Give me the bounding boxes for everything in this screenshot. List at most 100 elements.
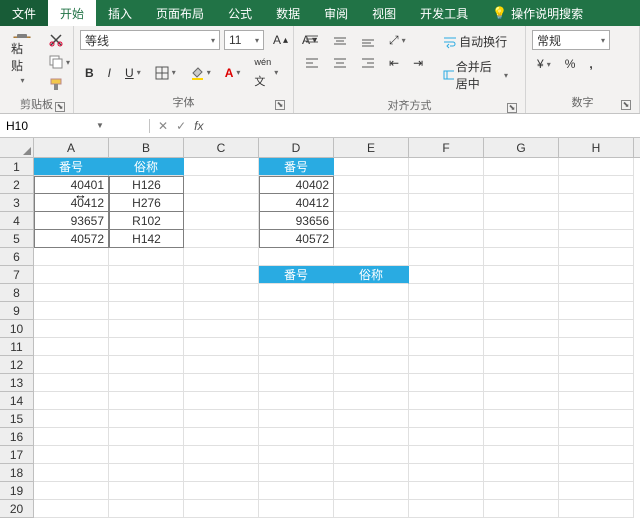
cell-E11[interactable] [334, 338, 409, 356]
name-box[interactable]: ▼ [0, 119, 150, 133]
cell-E16[interactable] [334, 428, 409, 446]
copy-button[interactable]: ▾ [44, 52, 75, 72]
number-format-combo[interactable]: 常规▾ [532, 30, 610, 50]
cell-G12[interactable] [484, 356, 559, 374]
col-header-G[interactable]: G [484, 138, 559, 158]
cell-F3[interactable] [409, 194, 484, 212]
border-button[interactable]: ▾ [150, 63, 181, 83]
cell-G10[interactable] [484, 320, 559, 338]
cell-B6[interactable] [109, 248, 184, 266]
cell-H5[interactable] [559, 230, 634, 248]
cell-D3[interactable]: 40412 [259, 194, 334, 212]
row-header-14[interactable]: 14 [0, 392, 34, 410]
indent-dec-button[interactable]: ⇤ [384, 53, 404, 73]
cell-D2[interactable]: 40402 [259, 176, 334, 194]
cell-C9[interactable] [184, 302, 259, 320]
cell-D4[interactable]: 93656 [259, 212, 334, 230]
cell-B12[interactable] [109, 356, 184, 374]
cell-D17[interactable] [259, 446, 334, 464]
cell-C4[interactable] [184, 212, 259, 230]
cell-B3[interactable]: H276 [109, 194, 184, 212]
cell-E9[interactable] [334, 302, 409, 320]
cell-H8[interactable] [559, 284, 634, 302]
percent-button[interactable]: % [560, 54, 581, 74]
cell-C11[interactable] [184, 338, 259, 356]
cell-A8[interactable] [34, 284, 109, 302]
font-color-button[interactable]: A▾ [220, 63, 246, 83]
fill-color-button[interactable]: ▾ [185, 63, 216, 83]
cell-G20[interactable] [484, 500, 559, 518]
cell-G13[interactable] [484, 374, 559, 392]
increase-font-button[interactable]: A▴ [268, 30, 293, 50]
cell-C18[interactable] [184, 464, 259, 482]
cell-B18[interactable] [109, 464, 184, 482]
cell-F7[interactable] [409, 266, 484, 284]
tab-review[interactable]: 审阅 [312, 0, 360, 26]
font-launcher-icon[interactable]: ⬊ [275, 100, 285, 110]
cell-F16[interactable] [409, 428, 484, 446]
row-header-19[interactable]: 19 [0, 482, 34, 500]
align-bottom-button[interactable] [356, 31, 380, 51]
cell-H2[interactable] [559, 176, 634, 194]
cell-H10[interactable] [559, 320, 634, 338]
enter-icon[interactable]: ✓ [176, 119, 186, 133]
cell-F5[interactable] [409, 230, 484, 248]
cell-A14[interactable] [34, 392, 109, 410]
row-header-13[interactable]: 13 [0, 374, 34, 392]
tab-view[interactable]: 视图 [360, 0, 408, 26]
cut-button[interactable] [44, 30, 75, 50]
comma-button[interactable]: , [584, 54, 597, 74]
row-header-5[interactable]: 5 [0, 230, 34, 248]
tab-help[interactable]: 💡操作说明搜索 [480, 0, 595, 26]
row-header-3[interactable]: 3 [0, 194, 34, 212]
cell-D10[interactable] [259, 320, 334, 338]
cell-E5[interactable] [334, 230, 409, 248]
cell-E8[interactable] [334, 284, 409, 302]
merge-button[interactable]: 合并后居中▾ [438, 55, 513, 95]
cells-area[interactable]: 番号俗称番号40401H1264040240412H2764041293657R… [34, 158, 634, 518]
cell-A19[interactable] [34, 482, 109, 500]
cell-H14[interactable] [559, 392, 634, 410]
cell-G3[interactable] [484, 194, 559, 212]
cell-G18[interactable] [484, 464, 559, 482]
cell-B7[interactable] [109, 266, 184, 284]
cell-H16[interactable] [559, 428, 634, 446]
cell-A10[interactable] [34, 320, 109, 338]
cell-F19[interactable] [409, 482, 484, 500]
cell-C1[interactable] [184, 158, 259, 176]
row-header-6[interactable]: 6 [0, 248, 34, 266]
row-header-4[interactable]: 4 [0, 212, 34, 230]
align-left-button[interactable] [300, 53, 324, 73]
cell-C15[interactable] [184, 410, 259, 428]
cell-G15[interactable] [484, 410, 559, 428]
cell-D5[interactable]: 40572 [259, 230, 334, 248]
cell-F10[interactable] [409, 320, 484, 338]
cell-G1[interactable] [484, 158, 559, 176]
cell-C10[interactable] [184, 320, 259, 338]
cell-G5[interactable] [484, 230, 559, 248]
cell-D8[interactable] [259, 284, 334, 302]
tab-formula[interactable]: 公式 [216, 0, 264, 26]
cell-A4[interactable]: 93657 [34, 212, 109, 230]
phonetic-button[interactable]: wén文▾ [249, 54, 283, 92]
cell-F6[interactable] [409, 248, 484, 266]
cell-G8[interactable] [484, 284, 559, 302]
cell-B20[interactable] [109, 500, 184, 518]
row-header-12[interactable]: 12 [0, 356, 34, 374]
cell-C19[interactable] [184, 482, 259, 500]
cell-H18[interactable] [559, 464, 634, 482]
cell-D9[interactable] [259, 302, 334, 320]
italic-button[interactable]: I [103, 63, 116, 83]
cell-F20[interactable] [409, 500, 484, 518]
cell-E4[interactable] [334, 212, 409, 230]
cell-E6[interactable] [334, 248, 409, 266]
cell-H6[interactable] [559, 248, 634, 266]
col-header-C[interactable]: C [184, 138, 259, 158]
cell-A6[interactable] [34, 248, 109, 266]
cell-H20[interactable] [559, 500, 634, 518]
tab-data[interactable]: 数据 [264, 0, 312, 26]
cell-D11[interactable] [259, 338, 334, 356]
cell-E1[interactable] [334, 158, 409, 176]
cell-B5[interactable]: H142 [109, 230, 184, 248]
cell-B14[interactable] [109, 392, 184, 410]
